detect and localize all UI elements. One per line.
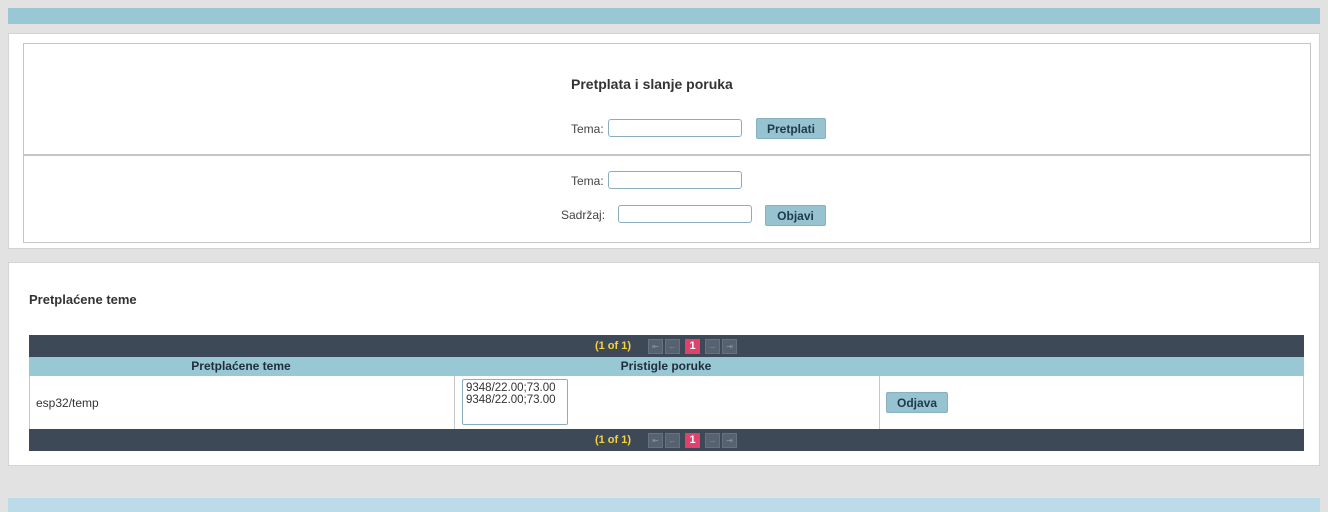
subscribe-topic-label: Tema: (571, 122, 604, 136)
top-bar (8, 8, 1320, 24)
subscriptions-panel: Pretplaćene teme (1 of 1) ⇤ ← 1 → ⇥ Pret… (8, 262, 1320, 466)
message-line: 9348/22.00;73.00 (466, 394, 556, 406)
prev-page-icon[interactable]: ← (665, 338, 681, 354)
subscribe-publish-panel: Pretplata i slanje poruka Tema: Pretplat… (8, 33, 1320, 249)
page-number-button[interactable]: 1 (685, 432, 701, 448)
prev-page-icon[interactable]: ← (665, 432, 681, 448)
subscribe-form: Pretplata i slanje poruka Tema: Pretplat… (23, 43, 1311, 155)
subscriptions-title: Pretplaćene teme (29, 292, 137, 307)
topic-cell: esp32/temp (36, 396, 99, 410)
column-header-actions (879, 357, 1304, 376)
last-page-icon[interactable]: ⇥ (722, 338, 738, 354)
next-page-icon[interactable]: → (705, 338, 721, 354)
publish-content-input[interactable] (618, 205, 752, 223)
column-divider (879, 376, 880, 429)
paginator-bottom: (1 of 1) ⇤ ← 1 → ⇥ (29, 429, 1304, 451)
paginator-top: (1 of 1) ⇤ ← 1 → ⇥ (29, 335, 1304, 357)
unsubscribe-button[interactable]: Odjava (886, 392, 948, 413)
next-page-icon[interactable]: → (705, 432, 721, 448)
table-row: esp32/temp 9348/22.00;73.00 9348/22.00;7… (29, 376, 1304, 429)
column-header-topics[interactable]: Pretplaćene teme (29, 357, 453, 376)
page-number-button[interactable]: 1 (685, 338, 701, 354)
messages-textarea[interactable]: 9348/22.00;73.00 9348/22.00;73.00 (462, 379, 568, 425)
first-page-icon[interactable]: ⇤ (648, 338, 664, 354)
page-count: (1 of 1) (594, 434, 632, 446)
bottom-bar (8, 498, 1320, 512)
column-divider (454, 376, 455, 429)
table-header: Pretplaćene teme Pristigle poruke (29, 357, 1304, 376)
column-header-messages[interactable]: Pristigle poruke (454, 357, 878, 376)
form-title: Pretplata i slanje poruka (571, 76, 733, 92)
publish-form: Tema: Sadržaj: Objavi (23, 155, 1311, 243)
message-line: 9348/22.00;73.00 (466, 382, 556, 394)
last-page-icon[interactable]: ⇥ (722, 432, 738, 448)
publish-topic-label: Tema: (571, 174, 604, 188)
publish-content-label: Sadržaj: (561, 208, 606, 222)
page-count: (1 of 1) (594, 340, 632, 352)
publish-button[interactable]: Objavi (765, 205, 826, 226)
first-page-icon[interactable]: ⇤ (648, 432, 664, 448)
publish-topic-input[interactable] (608, 171, 742, 189)
subscribe-topic-input[interactable] (608, 119, 742, 137)
subscribe-button[interactable]: Pretplati (756, 118, 826, 139)
